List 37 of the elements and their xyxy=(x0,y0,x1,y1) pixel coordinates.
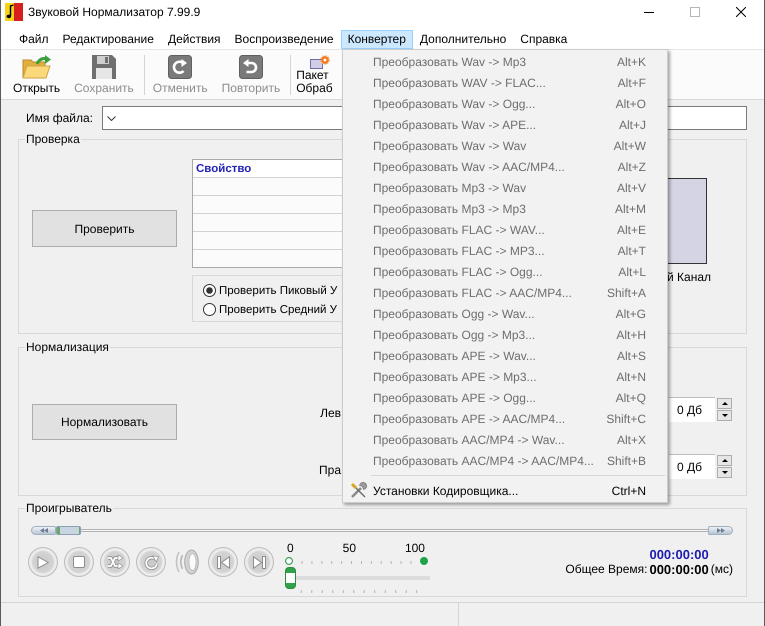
time-unit: (мс) xyxy=(710,562,733,577)
shortcut-text: Alt+S xyxy=(616,348,646,362)
shortcut-text: Shift+C xyxy=(606,412,646,426)
scale-label: 50 xyxy=(342,542,356,555)
group-title: Нормализация xyxy=(25,340,110,354)
shortcut-text: Alt+L xyxy=(618,264,646,278)
shortcut-text: Alt+F xyxy=(618,76,646,90)
field-label: Лев xyxy=(320,406,342,420)
scale-label: 100 xyxy=(404,542,425,555)
total-time-label: Общее Время: xyxy=(565,562,648,577)
shortcut-text: Alt+O xyxy=(616,96,646,110)
shortcut-text: Alt+G xyxy=(616,306,646,320)
window-title: Звуковой Нормализатор 7.99.9 xyxy=(28,4,200,20)
shortcut-text: Shift+A xyxy=(606,286,646,300)
shortcut-text: Alt+T xyxy=(618,244,646,258)
shortcut-text: Alt+W xyxy=(614,138,646,152)
channel-label: й Канал xyxy=(667,270,712,284)
shortcut-text: Alt+V xyxy=(616,180,646,194)
group-title: Проигрыватель xyxy=(25,501,113,515)
current-time: 000:00:00 xyxy=(649,547,709,562)
shortcut-text: Alt+K xyxy=(616,54,646,68)
shortcut-text: Alt+Q xyxy=(616,390,646,404)
shortcut-text: Ctrl+N xyxy=(612,484,646,498)
scale-label: 0 xyxy=(287,542,294,555)
shortcut-text: Alt+E xyxy=(616,222,646,236)
total-time: 000:00:00 xyxy=(649,562,709,577)
field-label: Пра xyxy=(319,462,342,476)
column-header: Свойство xyxy=(196,162,252,176)
shortcut-text: Alt+H xyxy=(616,328,646,342)
shortcut-text: Alt+M xyxy=(614,202,646,216)
field-label: Имя файла: xyxy=(26,111,93,125)
group-title: Проверка xyxy=(25,132,81,146)
shortcut-text: Alt+X xyxy=(616,432,646,446)
shortcut-text: Shift+B xyxy=(606,454,646,468)
shortcut-text: Alt+J xyxy=(618,118,646,132)
shortcut-text: Alt+N xyxy=(616,370,646,384)
shortcut-text: Alt+Z xyxy=(618,160,646,174)
